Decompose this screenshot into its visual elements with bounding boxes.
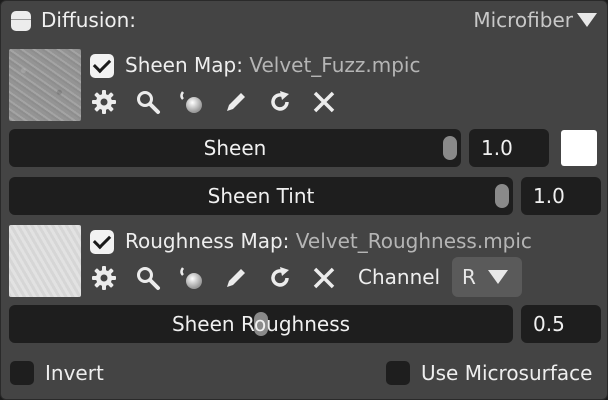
roughness-map-label: Roughness Map: Velvet_Roughness.mpic bbox=[125, 229, 532, 253]
sheen-map-filename[interactable]: Velvet_Fuzz.mpic bbox=[249, 53, 420, 77]
sheen-roughness-slider-label: Sheen Roughness bbox=[171, 312, 351, 336]
gear-icon[interactable] bbox=[91, 88, 117, 116]
chevron-down-icon bbox=[487, 270, 508, 284]
invert-label: Invert bbox=[45, 361, 104, 385]
roughness-map-filename[interactable]: Velvet_Roughness.mpic bbox=[296, 229, 532, 253]
pencil-icon[interactable] bbox=[223, 88, 249, 116]
sheen-tint-value: 1.0 bbox=[533, 184, 565, 208]
reload-icon[interactable] bbox=[267, 264, 293, 292]
pick-material-icon[interactable] bbox=[179, 88, 205, 116]
sheen-map-label: Sheen Map: Velvet_Fuzz.mpic bbox=[125, 53, 420, 77]
preset-dropdown[interactable]: Microfiber bbox=[473, 8, 597, 32]
use-microsurface-label: Use Microsurface bbox=[421, 361, 593, 385]
preset-value: Microfiber bbox=[473, 8, 573, 32]
chevron-down-icon bbox=[577, 13, 597, 27]
sheen-map-tools bbox=[91, 88, 355, 116]
use-microsurface-checkbox[interactable] bbox=[386, 361, 410, 385]
sheen-tint-slider-label: Sheen Tint bbox=[207, 184, 315, 208]
pick-material-icon[interactable] bbox=[179, 264, 205, 292]
sheen-value-field[interactable]: 1.0 bbox=[469, 129, 549, 167]
gear-icon[interactable] bbox=[91, 264, 117, 292]
sheen-map-title: Sheen Map: bbox=[125, 53, 243, 77]
diffusion-panel: Diffusion: Microfiber Sheen Map: Velvet_… bbox=[0, 0, 608, 400]
roughness-map-checkbox[interactable] bbox=[90, 230, 114, 254]
sheen-roughness-value-field[interactable]: 0.5 bbox=[521, 305, 601, 343]
channel-value: R bbox=[462, 265, 476, 289]
sheen-tint-slider-handle[interactable] bbox=[495, 184, 509, 208]
channel-label: Channel bbox=[358, 265, 441, 289]
sheen-color-swatch[interactable] bbox=[561, 130, 597, 166]
sheen-map-checkbox[interactable] bbox=[90, 54, 114, 78]
pencil-icon[interactable] bbox=[223, 264, 249, 292]
invert-checkbox[interactable] bbox=[10, 361, 34, 385]
magnifier-icon[interactable] bbox=[135, 88, 161, 116]
sheen-tint-slider[interactable]: Sheen Tint bbox=[9, 177, 513, 215]
sheen-roughness-value: 0.5 bbox=[533, 312, 565, 336]
sheen-slider[interactable]: Sheen bbox=[9, 129, 461, 167]
sheen-slider-label: Sheen bbox=[203, 136, 267, 160]
roughness-map-title: Roughness Map: bbox=[125, 229, 290, 253]
reload-icon[interactable] bbox=[267, 88, 293, 116]
collapse-toggle[interactable] bbox=[11, 11, 31, 31]
magnifier-icon[interactable] bbox=[135, 264, 161, 292]
close-icon[interactable] bbox=[311, 88, 337, 116]
panel-header: Diffusion: Microfiber bbox=[1, 1, 608, 41]
sheen-slider-handle[interactable] bbox=[443, 136, 457, 160]
panel-title: Diffusion: bbox=[41, 8, 137, 32]
sheen-map-thumbnail[interactable] bbox=[9, 49, 81, 121]
sheen-tint-value-field[interactable]: 1.0 bbox=[521, 177, 601, 215]
close-icon[interactable] bbox=[311, 264, 337, 292]
roughness-map-thumbnail[interactable] bbox=[9, 225, 81, 297]
channel-select[interactable]: R bbox=[452, 257, 522, 297]
roughness-map-tools bbox=[91, 264, 355, 292]
sheen-roughness-slider[interactable]: Sheen Roughness bbox=[9, 305, 513, 343]
sheen-value: 1.0 bbox=[481, 136, 513, 160]
